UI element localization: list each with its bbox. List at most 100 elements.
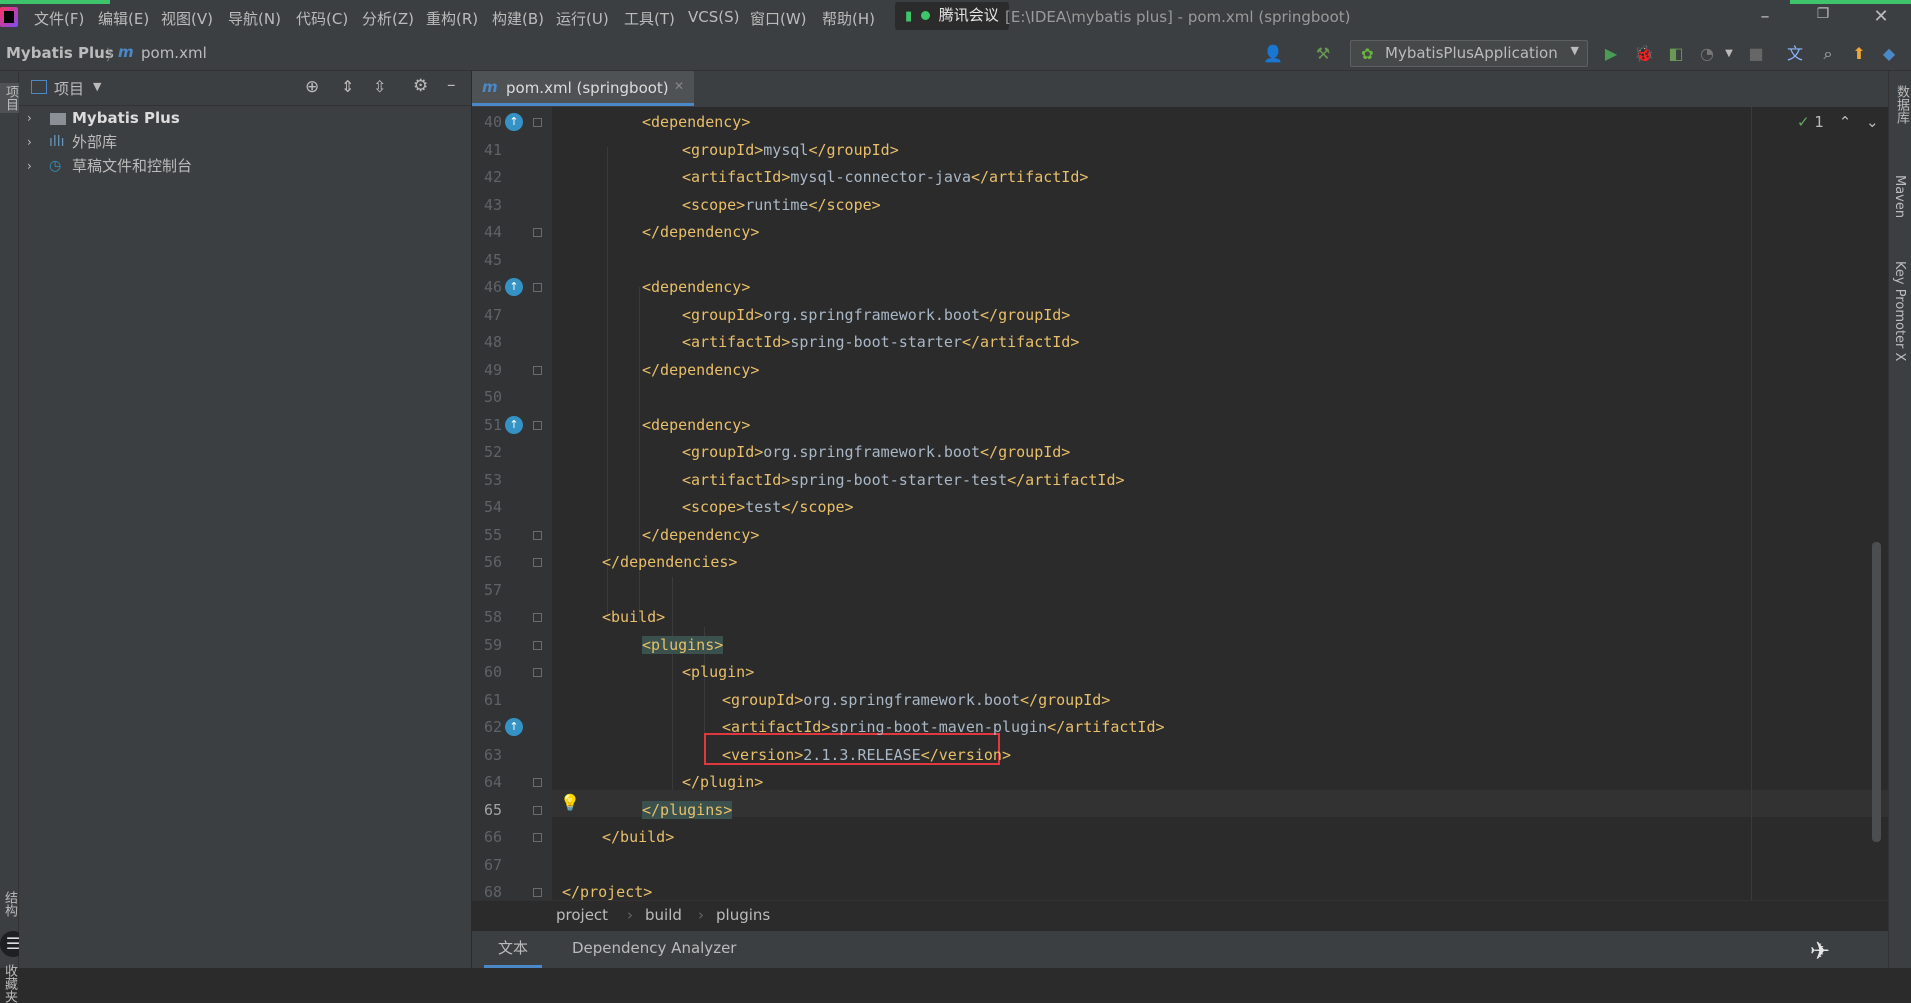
title-bar: 文件(F) 编辑(E) 视图(V) 导航(N) 代码(C) 分析(Z) 重构(R) 构建(B)… (0, 0, 1911, 36)
fold-marker-icon[interactable] (533, 365, 542, 375)
override-marker-icon[interactable]: ↑ (505, 718, 523, 736)
breadcrumb-item[interactable]: plugins (716, 906, 770, 924)
fold-marker-icon[interactable] (533, 283, 542, 292)
line-number: 63 (483, 745, 502, 764)
run-config-select[interactable]: ✿ MybatisPlusApplication ▼ (1350, 40, 1588, 67)
fold-marker-icon[interactable] (533, 778, 542, 787)
fold-marker-icon[interactable] (533, 420, 542, 430)
tab-pom-xml[interactable]: m pom.xml (springboot) ✕ (472, 71, 694, 106)
override-marker-icon[interactable]: ↑ (505, 113, 523, 131)
run-icon[interactable]: ▶ (1600, 44, 1622, 64)
restore-icon[interactable]: ❐ (1808, 6, 1838, 22)
tab-text[interactable]: 文本 (484, 931, 543, 968)
project-panel-title[interactable]: 项目 (54, 78, 84, 99)
xml-tag: </scope> (781, 498, 854, 516)
menu-item[interactable]: 重构(R) (426, 8, 478, 29)
menu-item[interactable]: 帮助(H) (822, 8, 875, 29)
maven-tool-tab[interactable]: Maven (1892, 175, 1907, 218)
more-run-chevron-icon[interactable]: ▼ (1718, 44, 1740, 64)
translate-icon[interactable]: 文 (1784, 44, 1806, 64)
menu-item[interactable]: 视图(V) (161, 8, 213, 29)
chevron-down-icon[interactable]: ⌄ (1866, 113, 1879, 131)
fold-marker-icon[interactable] (533, 805, 542, 815)
breadcrumb-item[interactable]: build (645, 906, 682, 924)
fold-marker-icon[interactable] (533, 118, 542, 127)
code-editor[interactable]: 40 ↑ 41 42 43 44 45 46 ↑ 47 48 49 50 51 ↑ 52 53 54 55 56 57 5… (472, 107, 1888, 900)
stop-icon[interactable]: ■ (1745, 44, 1767, 64)
override-marker-icon[interactable]: ↑ (505, 278, 523, 296)
menu-item[interactable]: 编辑(E) (98, 8, 149, 29)
minimize-icon[interactable]: – (1750, 6, 1780, 27)
fold-marker-icon[interactable] (533, 228, 542, 237)
fold-marker-icon[interactable] (533, 558, 542, 567)
code-line: <groupId>org.springframework.boot</group… (552, 687, 1110, 714)
folder-icon (50, 113, 66, 125)
left-tool-strip: 项目 结构 收藏夹 ☰ (0, 71, 26, 1003)
plugin-icon[interactable]: ◆ (1878, 44, 1900, 64)
chevron-up-icon[interactable]: ⌃ (1839, 113, 1852, 131)
menu-item[interactable]: 工具(T) (624, 8, 675, 29)
menu-item[interactable]: 导航(N) (228, 8, 281, 29)
fold-marker-icon[interactable] (533, 888, 542, 897)
vertical-scrollbar[interactable] (1872, 542, 1881, 842)
close-icon[interactable]: ✕ (1866, 6, 1896, 27)
locate-icon[interactable]: ⊕ (305, 77, 319, 97)
nav-project[interactable]: Mybatis Plus (6, 44, 114, 62)
expand-all-icon[interactable]: ⇕ (341, 77, 354, 96)
override-marker-icon[interactable]: ↑ (505, 415, 523, 434)
paper-plane-icon[interactable]: ✈ (1810, 937, 1830, 965)
code-line: <dependency> (552, 274, 750, 301)
code-text: org.springframework.boot (763, 443, 981, 461)
line-number: 48 (483, 333, 502, 351)
key-promoter-tool-tab[interactable]: Key Promoter X (1892, 261, 1907, 361)
close-tab-icon[interactable]: ✕ (674, 79, 684, 93)
menu-item[interactable]: 运行(U) (556, 8, 609, 29)
tab-dependency-analyzer[interactable]: Dependency Analyzer (562, 931, 746, 968)
inspection-widget[interactable]: ✓ 1 ⌃ ⌄ (1797, 113, 1879, 131)
menu-item[interactable]: 构建(B) (492, 8, 544, 29)
menu-item[interactable]: 代码(C) (296, 8, 348, 29)
menu-item[interactable]: 文件(F) (34, 8, 84, 29)
code-line: </build> (552, 824, 674, 851)
line-number: 49 (483, 360, 502, 379)
search-icon[interactable]: ⌕ (1817, 44, 1839, 64)
user-icon[interactable]: 👤 (1262, 44, 1284, 64)
chevron-right-icon: › (27, 135, 32, 149)
menu-item[interactable]: VCS(S) (688, 8, 739, 26)
collapse-all-icon[interactable]: ⇳ (373, 77, 386, 96)
view-dropdown-icon[interactable]: ▼ (93, 80, 101, 93)
menu-item[interactable]: 分析(Z) (362, 8, 414, 29)
breadcrumb-item[interactable]: project (556, 906, 608, 924)
hide-panel-icon[interactable]: – (447, 75, 456, 95)
update-icon[interactable]: ⬆ (1848, 44, 1870, 64)
line-number: 62 (483, 718, 502, 736)
breadcrumb: project › build › plugins (472, 900, 1888, 931)
structure-tool-tab[interactable]: 结构 (0, 891, 19, 917)
fold-marker-icon[interactable] (533, 833, 542, 842)
line-number: 59 (483, 635, 502, 654)
meeting-indicator[interactable]: ▮ 腾讯会议 (895, 2, 1009, 30)
project-view-icon (31, 80, 47, 94)
gear-icon[interactable]: ⚙ (413, 76, 428, 96)
project-tool-tab[interactable]: 项目 (0, 83, 21, 113)
fold-marker-icon[interactable] (533, 530, 542, 540)
xml-tag: <artifactId> (722, 718, 831, 736)
fold-marker-icon[interactable] (533, 613, 542, 622)
coverage-icon[interactable]: ◧ (1665, 44, 1687, 64)
favorites-tool-tab[interactable]: 收藏夹 (0, 964, 19, 1003)
fold-marker-icon[interactable] (533, 668, 542, 677)
xml-tag: <dependency> (642, 113, 751, 131)
intellij-logo-icon[interactable] (0, 7, 18, 27)
fold-marker-icon[interactable] (533, 640, 542, 650)
profile-icon[interactable]: ◔ (1696, 44, 1718, 64)
nav-file[interactable]: pom.xml (141, 44, 207, 62)
build-hammer-icon[interactable]: ⚒ (1312, 44, 1334, 64)
database-tool-tab[interactable]: 数据库 (1892, 85, 1911, 124)
code-line: <artifactId>spring-boot-starter</artifac… (552, 329, 1079, 356)
debug-icon[interactable]: 🐞 (1633, 44, 1655, 64)
xml-tag: <groupId> (682, 443, 764, 461)
live-dot-icon (920, 11, 930, 20)
menu-item[interactable]: 窗口(W) (750, 8, 807, 29)
